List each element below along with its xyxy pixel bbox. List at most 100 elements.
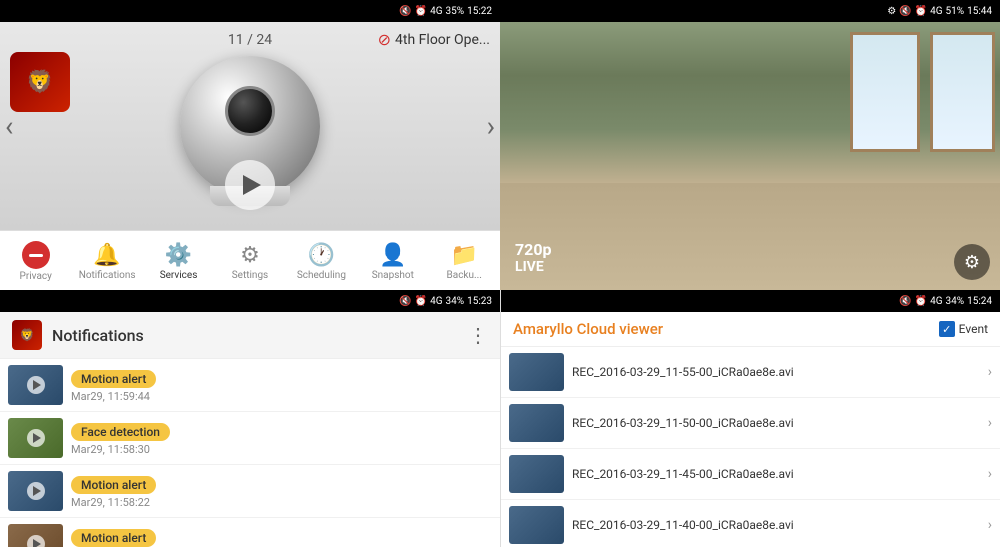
notif-item-3[interactable]: Motion alert Mar29, 11:58:22 <box>0 465 500 518</box>
play-tri-icon-2 <box>33 433 41 443</box>
rec-item-1[interactable]: REC_2016-03-29_11-55-00_iCRa0ae8e.avi › <box>501 347 1000 398</box>
signal-cloud: 4G <box>930 296 942 307</box>
status-bar-right: ⚙ 🔇 ⏰ 4G 51% 15:44 <box>500 0 1000 22</box>
toolbar-item-backup[interactable]: 📁 Backu... <box>434 243 494 281</box>
toolbar-item-services[interactable]: ⚙️ Services <box>149 243 209 281</box>
rec-arrow-1: › <box>988 364 992 380</box>
mute-icon: 🔇 <box>399 6 411 17</box>
rec-name-4: REC_2016-03-29_11-40-00_iCRa0ae8e.avi <box>572 518 980 532</box>
rec-thumb-2 <box>509 404 564 442</box>
time-notif: 15:23 <box>467 296 492 307</box>
notif-status-bar: 🔇 ⏰ 4G 34% 15:23 <box>0 290 500 312</box>
scheduling-label: Scheduling <box>297 270 346 281</box>
play-tri-icon-4 <box>33 539 41 547</box>
notif-status-icons: 🔇 ⏰ 4G 34% 15:23 <box>399 296 492 307</box>
notif-time-2: Mar29, 11:58:30 <box>71 443 492 456</box>
time-right: 15:44 <box>967 6 992 17</box>
notif-tag-4: Motion alert <box>71 529 156 547</box>
alarm-icon-cloud: ⏰ <box>915 296 927 307</box>
room-floor <box>500 183 1000 290</box>
battery-notif: 34% <box>446 296 465 307</box>
notif-content-3: Motion alert Mar29, 11:58:22 <box>71 474 492 509</box>
checkbox-icon: ✓ <box>939 321 955 337</box>
battery-right: 51% <box>946 6 965 17</box>
camera-lens <box>225 86 275 136</box>
notifications-panel: 🔇 ⏰ 4G 34% 15:23 🦁 Notifications ⋮ Motio… <box>0 290 500 547</box>
toolbar-item-notifications[interactable]: 🔔 Notifications <box>77 243 137 281</box>
rec-item-3[interactable]: REC_2016-03-29_11-45-00_iCRa0ae8e.avi › <box>501 449 1000 500</box>
toolbar-item-settings[interactable]: ⚙ Settings <box>220 243 280 281</box>
notifications-menu-button[interactable]: ⋮ <box>468 323 488 347</box>
snapshot-icon: 👤 <box>379 243 406 268</box>
notifications-list: Motion alert Mar29, 11:59:44 Face detect… <box>0 359 500 547</box>
camera-title: ⊘ 4th Floor Ope... <box>378 30 490 49</box>
notif-tag-2: Face detection <box>71 423 170 441</box>
notif-time-1: Mar29, 11:59:44 <box>71 390 492 403</box>
camera-view: 🦁 11 / 24 ⊘ 4th Floor Ope... ‹ › <box>0 22 500 230</box>
notif-item-2[interactable]: Face detection Mar29, 11:58:30 <box>0 412 500 465</box>
notif-time-3: Mar29, 11:58:22 <box>71 496 492 509</box>
play-triangle-icon <box>243 175 261 195</box>
next-camera-button[interactable]: › <box>487 110 495 143</box>
settings-label: Settings <box>232 270 269 281</box>
play-tri-icon-3 <box>33 486 41 496</box>
rec-name-3: REC_2016-03-29_11-45-00_iCRa0ae8e.avi <box>572 467 980 481</box>
battery-left: 35% <box>446 6 465 17</box>
notif-content-4: Motion alert Mar29, 11:57:00 <box>71 527 492 547</box>
status-bar-left: 🔇 ⏰ 4G 35% 15:22 <box>0 0 500 22</box>
signal-left: 4G <box>430 6 442 17</box>
services-icon: ⚙️ <box>165 243 192 268</box>
notif-content-1: Motion alert Mar29, 11:59:44 <box>71 368 492 403</box>
rec-item-4[interactable]: REC_2016-03-29_11-40-00_iCRa0ae8e.avi › <box>501 500 1000 547</box>
rec-arrow-2: › <box>988 415 992 431</box>
status-icons-left: 🔇 ⏰ 4G 35% 15:22 <box>399 6 492 17</box>
event-checkbox[interactable]: ✓ Event <box>939 321 988 337</box>
services-label: Services <box>160 270 198 281</box>
camera-name: 4th Floor Ope... <box>395 32 490 48</box>
thumb-play-3 <box>27 482 45 500</box>
notif-thumb-3 <box>8 471 63 511</box>
signal-right: 4G <box>930 6 942 17</box>
scheduling-icon: 🕐 <box>308 243 335 268</box>
notif-logo: 🦁 <box>12 320 42 350</box>
play-button[interactable] <box>225 160 275 210</box>
rec-name-2: REC_2016-03-29_11-50-00_iCRa0ae8e.avi <box>572 416 980 430</box>
left-panel: 🔇 ⏰ 4G 35% 15:22 🦁 11 / 24 ⊘ 4th Floor O… <box>0 0 500 290</box>
cloud-status-icons: 🔇 ⏰ 4G 34% 15:24 <box>899 296 992 307</box>
backup-icon: 📁 <box>451 243 478 268</box>
toolbar-item-snapshot[interactable]: 👤 Snapshot <box>363 243 423 281</box>
status-icons-right: ⚙ 🔇 ⏰ 4G 51% 15:44 <box>887 6 992 17</box>
rec-thumb-3 <box>509 455 564 493</box>
toolbar-item-scheduling[interactable]: 🕐 Scheduling <box>291 243 351 281</box>
live-status: LIVE <box>515 259 552 275</box>
rec-name-1: REC_2016-03-29_11-55-00_iCRa0ae8e.avi <box>572 365 980 379</box>
settings-icon: ⚙ <box>240 243 260 268</box>
notif-thumb-1 <box>8 365 63 405</box>
window-right <box>930 32 995 152</box>
notif-thumb-4 <box>8 524 63 547</box>
camera-counter: 11 / 24 <box>228 32 272 48</box>
notif-item-1[interactable]: Motion alert Mar29, 11:59:44 <box>0 359 500 412</box>
live-badge: 720p LIVE <box>515 240 552 275</box>
logo-icon: 🦁 <box>26 70 53 95</box>
window-left <box>850 32 920 152</box>
cloud-panel: 🔇 ⏰ 4G 34% 15:24 Amaryllo Cloud viewer ✓… <box>500 290 1000 547</box>
toolbar-item-privacy[interactable]: Privacy <box>6 241 66 282</box>
settings-top-icon: ⚙ <box>887 6 896 17</box>
battery-cloud: 34% <box>946 296 965 307</box>
prev-camera-button[interactable]: ‹ <box>5 110 13 143</box>
time-left: 15:22 <box>467 6 492 17</box>
right-panel: ⚙ 🔇 ⏰ 4G 51% 15:44 720p LIVE ⚙ <box>500 0 1000 290</box>
toolbar: Privacy 🔔 Notifications ⚙️ Services ⚙ Se… <box>0 230 500 290</box>
signal-notif: 4G <box>430 296 442 307</box>
notifications-header: 🦁 Notifications ⋮ <box>0 312 500 359</box>
notif-item-4[interactable]: Motion alert Mar29, 11:57:00 <box>0 518 500 547</box>
play-tri-icon-1 <box>33 380 41 390</box>
live-settings-button[interactable]: ⚙ <box>954 244 990 280</box>
logo-area: 🦁 <box>10 52 70 112</box>
cloud-header: Amaryllo Cloud viewer ✓ Event <box>501 312 1000 347</box>
notif-tag-3: Motion alert <box>71 476 156 494</box>
privacy-label: Privacy <box>20 271 52 282</box>
rec-item-2[interactable]: REC_2016-03-29_11-50-00_iCRa0ae8e.avi › <box>501 398 1000 449</box>
notifications-label: Notifications <box>79 270 136 281</box>
